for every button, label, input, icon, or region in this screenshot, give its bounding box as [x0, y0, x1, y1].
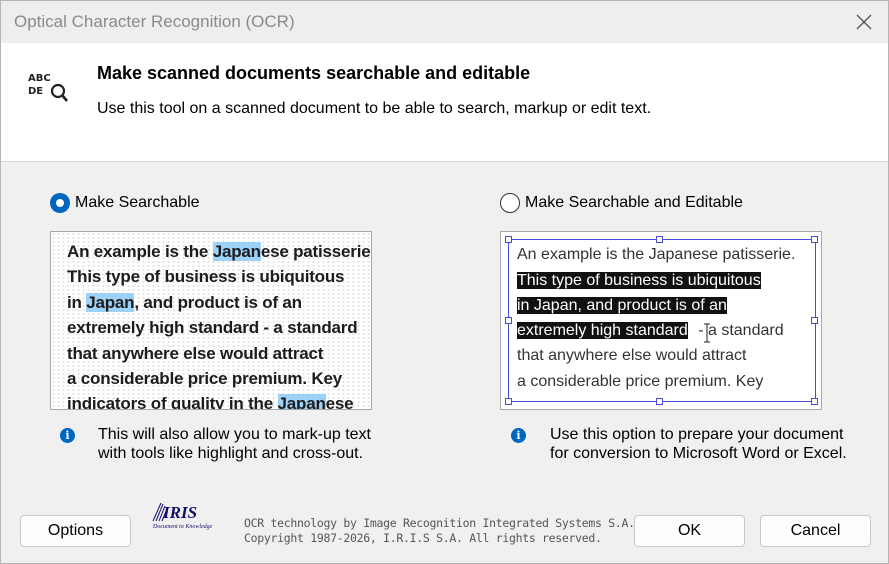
editable-preview: An example is the Japanese patisserie. T… [500, 231, 822, 410]
header-title: Make scanned documents searchable and ed… [97, 63, 531, 83]
svg-text:ABC: ABC [28, 73, 51, 84]
preview-line: in Japan, and product is of an [67, 293, 302, 312]
note-line: This will also allow you to mark-up text [98, 426, 371, 443]
title-bar: Optical Character Recognition (OCR) [1, 1, 888, 43]
radio-unselected-indicator [500, 193, 520, 213]
header-subtitle: Use this tool on a scanned document to b… [97, 100, 652, 117]
info-icon: i [60, 428, 75, 443]
dialog-header: ABC DE Make scanned documents searchable… [1, 43, 888, 162]
iris-logo-text: IRIS [163, 503, 198, 522]
copyright-notice: OCR technology by Image Recognition Inte… [244, 516, 635, 546]
selection-handle [505, 317, 512, 324]
editable-note: Use this option to prepare your document… [550, 425, 847, 463]
preview-line: An example is the Japanese patisserie. [67, 242, 372, 261]
preview-line: indicators of quality in the Japanese [67, 394, 354, 409]
selection-handle [505, 236, 512, 243]
ok-button[interactable]: OK [634, 515, 745, 547]
options-button[interactable]: Options [20, 515, 131, 547]
make-searchable-editable-radio[interactable]: Make Searchable and Editable [500, 193, 743, 213]
svg-text:DE: DE [28, 86, 43, 97]
make-searchable-radio[interactable]: Make Searchable [50, 193, 200, 213]
selection-handle [656, 236, 663, 243]
preview-line: a considerable price premium. Key [67, 369, 342, 388]
preview-line: This type of business is ubiquitous [67, 267, 345, 286]
window-title: Optical Character Recognition (OCR) [14, 12, 295, 31]
copyright-line: OCR technology by Image Recognition Inte… [244, 516, 635, 530]
preview-line: extremely high standard - a standard [67, 318, 358, 337]
selection-handle [505, 398, 512, 405]
iris-logo-tagline: Document to Knowledge [153, 524, 213, 530]
selection-frame [508, 239, 816, 402]
preview-line: that anywhere else would attract [67, 344, 324, 363]
ocr-dialog: Optical Character Recognition (OCR) ABC … [0, 0, 889, 564]
make-searchable-label: Make Searchable [75, 194, 200, 211]
selection-handle [811, 398, 818, 405]
copyright-line: Copyright 1987-2026, I.R.I.S S.A. All ri… [244, 531, 602, 545]
searchable-preview: An example is the Japanese patisserie. T… [50, 231, 372, 410]
radio-selected-indicator [50, 193, 70, 213]
note-line: with tools like highlight and cross-out. [98, 445, 364, 462]
note-line: for conversion to Microsoft Word or Exce… [550, 445, 847, 462]
iris-logo: IRIS Document to Knowledge [151, 501, 212, 535]
cancel-button[interactable]: Cancel [760, 515, 871, 547]
ocr-search-icon: ABC DE [28, 73, 68, 102]
info-icon: i [511, 428, 526, 443]
selection-handle [811, 317, 818, 324]
selection-handle [811, 236, 818, 243]
searchable-note: This will also allow you to mark-up text… [98, 425, 371, 463]
selection-handle [656, 398, 663, 405]
note-line: Use this option to prepare your document [550, 426, 844, 443]
close-icon[interactable] [851, 9, 877, 35]
make-searchable-editable-label: Make Searchable and Editable [525, 194, 743, 211]
